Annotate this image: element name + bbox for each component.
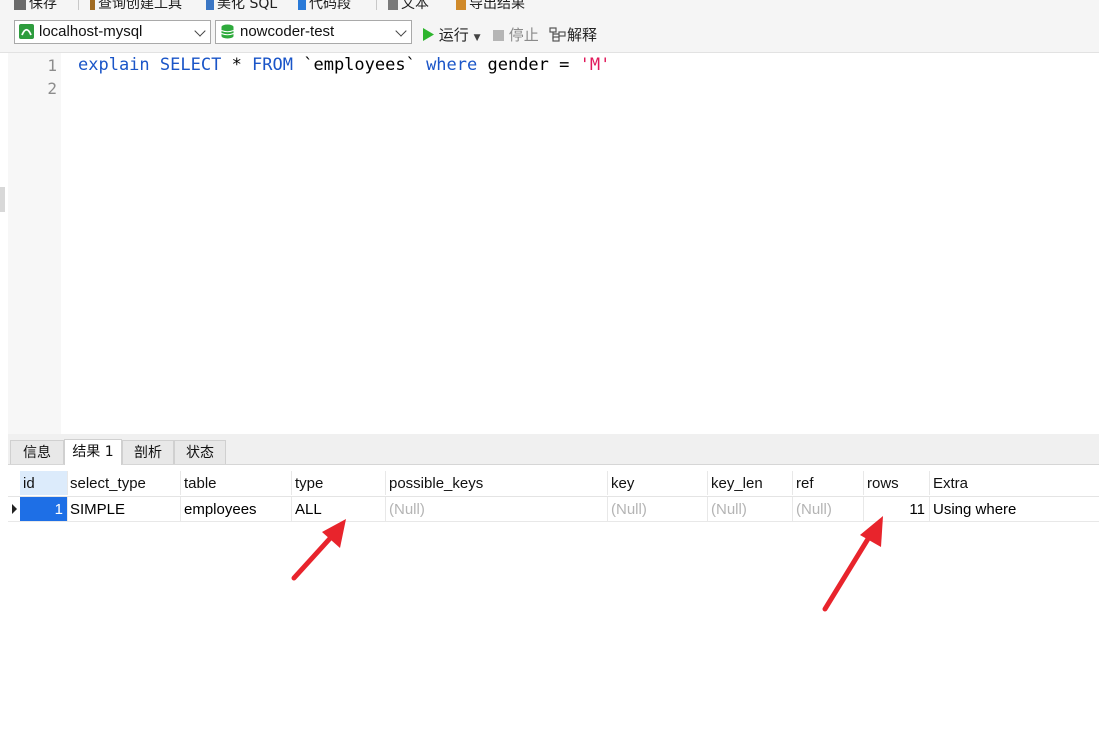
play-icon: [423, 28, 434, 41]
cell-select-type[interactable]: SIMPLE: [67, 497, 181, 521]
cell-type[interactable]: ALL: [292, 497, 386, 521]
current-row-indicator-icon: [12, 504, 17, 514]
explain-button[interactable]: 解释: [549, 24, 597, 45]
column-header-key[interactable]: key: [608, 471, 708, 495]
code-snippet-button[interactable]: 代码段: [298, 0, 351, 12]
database-name: nowcoder-test: [240, 23, 335, 40]
save-icon: [14, 0, 26, 10]
column-header-ref[interactable]: ref: [793, 471, 864, 495]
run-button[interactable]: 运行 ▼: [422, 24, 481, 45]
tab-status[interactable]: 状态: [174, 440, 226, 464]
text-icon: [388, 0, 398, 10]
column-header-key-len[interactable]: key_len: [708, 471, 793, 495]
toolbar-divider: [78, 0, 79, 10]
column-header-extra[interactable]: Extra: [930, 471, 1099, 495]
wand-icon: [206, 0, 214, 10]
result-grid[interactable]: id select_type table type possible_keys …: [8, 471, 1099, 747]
cell-extra[interactable]: Using where: [930, 497, 1099, 521]
line-number-gutter: 1 2: [8, 53, 61, 434]
connection-select[interactable]: localhost-mysql: [14, 20, 211, 44]
query-builder-icon: [90, 0, 95, 10]
column-header-rows[interactable]: rows: [864, 471, 930, 495]
toolbar-divider: [376, 0, 377, 10]
column-header-possible-keys[interactable]: possible_keys: [386, 471, 608, 495]
stop-icon: [493, 30, 504, 41]
cell-possible-keys[interactable]: (Null): [386, 497, 608, 521]
export-result-button[interactable]: 导出结果: [456, 0, 525, 12]
column-header-id[interactable]: id: [20, 471, 68, 495]
sql-string-literal: 'M': [579, 55, 611, 75]
sql-token: *: [221, 55, 253, 75]
cell-key-len[interactable]: (Null): [708, 497, 793, 521]
sql-condition: gender =: [477, 55, 580, 75]
cell-table[interactable]: employees: [181, 497, 292, 521]
sql-table-name: `employees`: [293, 55, 427, 75]
cell-ref[interactable]: (Null): [793, 497, 864, 521]
tab-result-1[interactable]: 结果 1: [64, 439, 122, 465]
sql-code-line[interactable]: explain SELECT * FROM `employees` where …: [78, 55, 610, 75]
cell-key[interactable]: (Null): [608, 497, 708, 521]
top-toolbar: 保存 查询创建工具 美化 SQL 代码段 文本 导出结果: [0, 0, 1099, 12]
code-snippet-icon: [298, 0, 306, 10]
database-icon: [221, 24, 234, 39]
column-header-table[interactable]: table: [181, 471, 292, 495]
sql-keyword: SELECT: [159, 55, 222, 75]
explain-icon: [549, 27, 566, 42]
text-button[interactable]: 文本: [388, 0, 429, 12]
cell-id[interactable]: 1: [20, 497, 68, 521]
line-number: 2: [47, 79, 57, 98]
sql-keyword: where: [426, 55, 478, 75]
stop-button[interactable]: 停止: [493, 24, 539, 45]
chevron-down-icon: [395, 25, 407, 37]
dropdown-arrow-icon: ▼: [473, 33, 481, 43]
table-row[interactable]: 1 SIMPLE employees ALL (Null) (Null) (Nu…: [8, 497, 1099, 522]
sql-keyword: FROM: [252, 55, 293, 75]
tab-profile[interactable]: 剖析: [122, 440, 174, 464]
connection-toolbar: localhost-mysql nowcoder-test 运行 ▼ 停止 解释: [0, 12, 1099, 53]
sql-keyword: explain: [78, 55, 150, 75]
beautify-sql-button[interactable]: 美化 SQL: [206, 0, 277, 12]
save-button[interactable]: 保存: [14, 0, 57, 12]
chevron-down-icon: [194, 25, 206, 37]
panel-resize-handle[interactable]: [0, 187, 5, 212]
sql-editor[interactable]: 1 2 explain SELECT * FROM `employees` wh…: [8, 53, 1099, 434]
tab-message[interactable]: 信息: [10, 440, 64, 464]
column-header-type[interactable]: type: [292, 471, 386, 495]
export-icon: [456, 0, 466, 10]
column-header-select-type[interactable]: select_type: [67, 471, 181, 495]
cell-rows[interactable]: 11: [864, 497, 930, 521]
result-tabs: 信息 结果 1 剖析 状态: [8, 438, 1099, 465]
line-number: 1: [47, 56, 57, 75]
database-select[interactable]: nowcoder-test: [215, 20, 412, 44]
mysql-connection-icon: [19, 24, 34, 39]
query-builder-button[interactable]: 查询创建工具: [90, 0, 182, 12]
connection-name: localhost-mysql: [39, 23, 143, 40]
grid-header-row: id select_type table type possible_keys …: [8, 471, 1099, 497]
